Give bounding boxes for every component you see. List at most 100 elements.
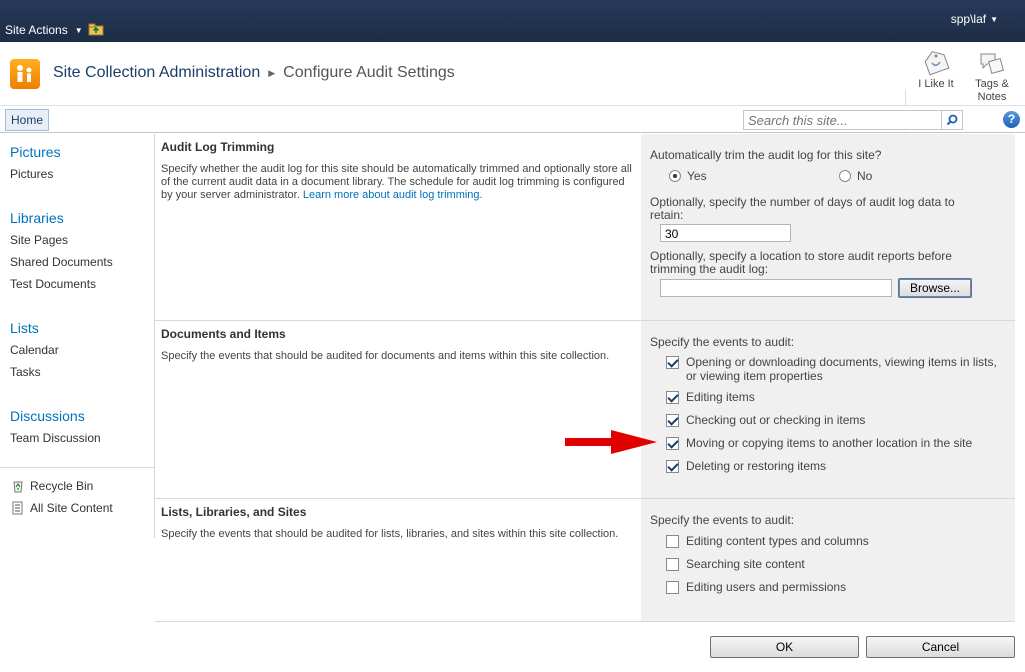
nav-item-calendar[interactable]: Calendar	[10, 343, 59, 357]
checkbox-label: Searching site content	[686, 557, 805, 571]
auto-trim-label: Automatically trim the audit log for thi…	[650, 148, 882, 162]
nav-heading-pictures[interactable]: Pictures	[10, 144, 61, 160]
report-location-label-line-2: trimming the audit log:	[650, 262, 769, 276]
top-bar: Site Actions ▼ spp\laf ▼	[0, 0, 1025, 42]
checkbox-label: Checking out or checking in items	[686, 413, 866, 427]
i-like-it-label: I Like It	[918, 78, 954, 90]
user-menu[interactable]: spp\laf ▼	[951, 12, 998, 26]
search-button[interactable]	[942, 110, 963, 130]
tags-notes-label-2: Notes	[977, 91, 1007, 103]
retain-days-label-line-2: retain:	[650, 208, 684, 222]
site-logo[interactable]	[10, 59, 40, 89]
documents-items-description-panel: Documents and Items Specify the events t…	[155, 321, 641, 498]
chevron-down-icon: ▼	[74, 25, 83, 35]
checkbox-checked-icon	[666, 414, 679, 427]
lists-libraries-description-panel: Lists, Libraries, and Sites Specify the …	[155, 499, 641, 621]
all-site-content-label: All Site Content	[30, 501, 113, 515]
section-title-documents-and-items: Documents and Items	[161, 327, 286, 341]
checkbox-deleting-restoring[interactable]: Deleting or restoring items	[666, 459, 1006, 473]
help-icon[interactable]: ?	[1003, 111, 1020, 128]
nav-divider	[0, 467, 154, 468]
user-name: spp\laf	[950, 12, 987, 26]
nav-item-shared-documents[interactable]: Shared Documents	[10, 255, 113, 269]
checkbox-label: Opening or downloading documents, viewin…	[686, 355, 997, 383]
page-title: Configure Audit Settings	[283, 64, 455, 81]
i-like-it-button[interactable]: I Like It	[907, 48, 965, 106]
documents-items-description: Specify the events that should be audite…	[161, 350, 610, 362]
all-site-content-icon	[12, 501, 23, 515]
checkbox-unchecked-icon	[666, 558, 679, 571]
breadcrumb-site-collection-admin[interactable]: Site Collection Administration	[53, 64, 260, 82]
nav-heading-libraries[interactable]: Libraries	[10, 210, 64, 226]
checkbox-editing-content-types[interactable]: Editing content types and columns	[666, 534, 1006, 548]
section-documents-and-items: Documents and Items Specify the events t…	[155, 321, 1015, 499]
checkbox-label: Editing items	[686, 390, 755, 404]
checkbox-searching-site-content[interactable]: Searching site content	[666, 557, 1006, 571]
audit-trimming-controls: Automatically trim the audit log for thi…	[641, 134, 1015, 320]
report-location-field[interactable]	[660, 279, 892, 297]
checkbox-checked-icon	[666, 437, 679, 450]
navigate-up-icon[interactable]	[88, 22, 104, 36]
tags-notes-button[interactable]: Tags & Notes	[963, 48, 1021, 106]
search-input[interactable]	[743, 110, 942, 130]
section-title-lists-libraries-sites: Lists, Libraries, and Sites	[161, 505, 307, 519]
browse-button[interactable]: Browse...	[898, 278, 972, 298]
cancel-button[interactable]: Cancel	[866, 636, 1015, 658]
documents-items-controls: Specify the events to audit: Opening or …	[641, 321, 1015, 498]
auto-trim-yes-label: Yes	[687, 169, 707, 183]
site-actions-menu[interactable]: Site Actions ▼	[5, 23, 83, 37]
thumbs-up-tag-icon	[924, 51, 950, 76]
tab-home[interactable]: Home	[5, 109, 50, 131]
checkbox-moving-copying[interactable]: Moving or copying items to another locat…	[666, 436, 1006, 450]
retain-days-label-line-1: Optionally, specify the number of days o…	[650, 195, 955, 209]
lists-libraries-description: Specify the events that should be audite…	[161, 528, 619, 540]
lists-libraries-controls: Specify the events to audit: Editing con…	[641, 499, 1015, 621]
recycle-bin-icon	[13, 481, 23, 493]
nav-recycle-bin[interactable]: Recycle Bin	[11, 479, 93, 493]
tags-notes-label-1: Tags &	[975, 78, 1009, 90]
audit-trimming-description: Specify whether the audit log for this s…	[161, 163, 635, 202]
checkbox-label: Moving or copying items to another locat…	[686, 436, 973, 450]
nav-item-site-pages[interactable]: Site Pages	[10, 233, 68, 247]
search-icon	[946, 114, 958, 126]
quick-launch: Pictures Pictures Libraries Site Pages S…	[0, 134, 155, 538]
tags-notes-icon	[980, 53, 1004, 74]
checkbox-opening-downloading[interactable]: Opening or downloading documents, viewin…	[666, 355, 1006, 383]
checkbox-checking-out-in[interactable]: Checking out or checking in items	[666, 413, 1006, 427]
checkbox-editing-users-permissions[interactable]: Editing users and permissions	[666, 580, 1006, 594]
nav-item-pictures[interactable]: Pictures	[10, 167, 53, 181]
red-arrow-annotation-icon	[565, 430, 657, 454]
lists-events-label: Specify the events to audit:	[650, 513, 795, 527]
nav-item-team-discussion[interactable]: Team Discussion	[10, 431, 101, 445]
checkbox-checked-icon	[666, 460, 679, 473]
chevron-down-icon: ▼	[990, 14, 998, 24]
checkbox-unchecked-icon	[666, 535, 679, 548]
retain-days-field[interactable]: 30	[660, 224, 791, 242]
checkbox-label: Deleting or restoring items	[686, 459, 827, 473]
auto-trim-no-label: No	[857, 169, 873, 183]
documents-events-label: Specify the events to audit:	[650, 335, 795, 349]
checkbox-checked-icon	[666, 356, 679, 369]
audit-trimming-description-panel: Audit Log Trimming Specify whether the a…	[155, 134, 641, 320]
nav-all-site-content[interactable]: All Site Content	[11, 501, 113, 515]
breadcrumb-separator-icon: ▶	[268, 67, 276, 78]
site-actions-label: Site Actions	[5, 23, 68, 37]
people-icon	[17, 65, 32, 82]
ok-button[interactable]: OK	[710, 636, 859, 658]
ribbon-bar: Home ?	[0, 106, 1025, 133]
radio-selected-icon	[669, 170, 681, 182]
auto-trim-yes-radio[interactable]: Yes	[669, 169, 707, 183]
nav-heading-discussions[interactable]: Discussions	[10, 408, 85, 424]
section-audit-log-trimming: Audit Log Trimming Specify whether the a…	[155, 134, 1015, 321]
nav-heading-lists[interactable]: Lists	[10, 320, 39, 336]
recycle-bin-label: Recycle Bin	[30, 479, 94, 493]
checkbox-label: Editing users and permissions	[686, 580, 847, 594]
learn-more-audit-trimming-link[interactable]: Learn more about audit log trimming.	[303, 189, 483, 201]
checkbox-unchecked-icon	[666, 581, 679, 594]
nav-item-tasks[interactable]: Tasks	[10, 365, 41, 379]
radio-unselected-icon	[839, 170, 851, 182]
nav-item-test-documents[interactable]: Test Documents	[10, 277, 96, 291]
checkbox-editing-items[interactable]: Editing items	[666, 390, 1006, 404]
auto-trim-no-radio[interactable]: No	[839, 169, 872, 183]
report-location-label-line-1: Optionally, specify a location to store …	[650, 249, 952, 263]
